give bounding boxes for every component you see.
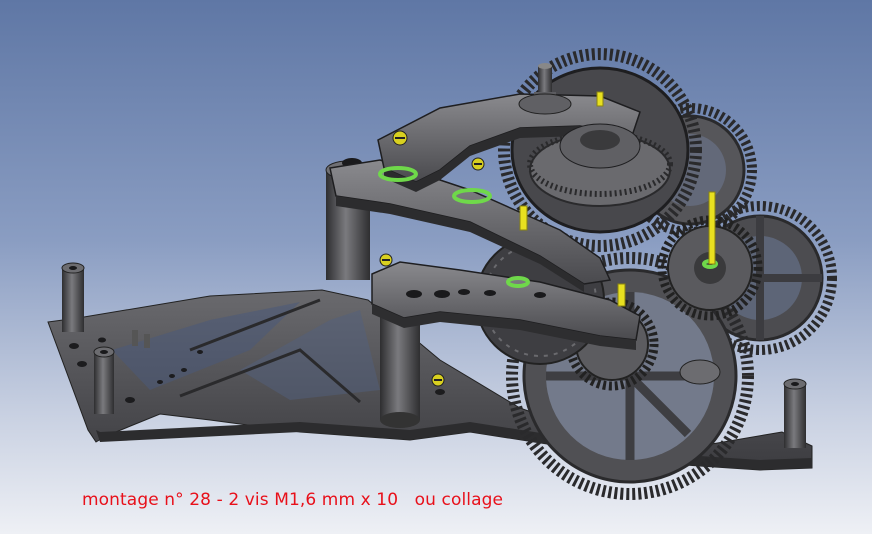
- assembly-caption: montage n° 28 - 2 vis M1,6 mm x 10 ou co…: [82, 490, 504, 510]
- cad-viewport[interactable]: montage n° 28 - 2 vis M1,6 mm x 10 ou co…: [0, 0, 872, 534]
- clock-movement-3d-model: [47, 48, 837, 500]
